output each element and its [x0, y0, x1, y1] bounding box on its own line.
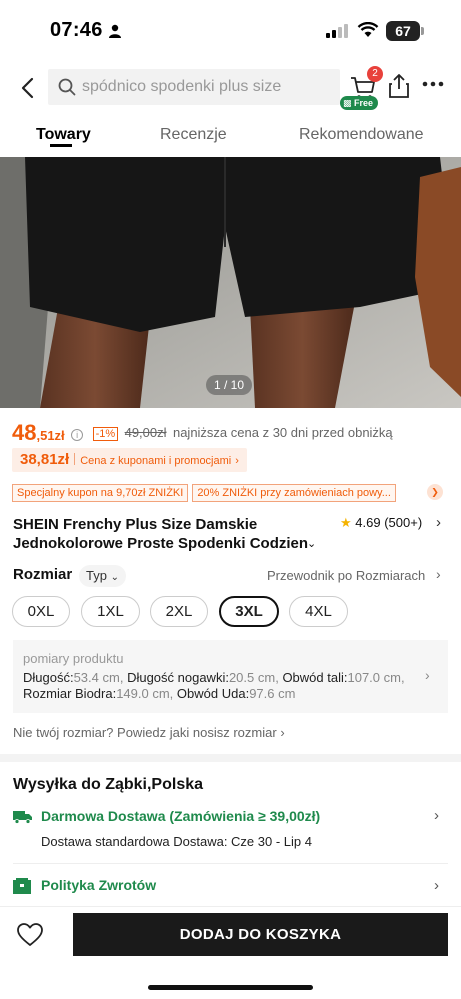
price-info-icon[interactable]: i [71, 429, 84, 441]
chevron-right-icon: › [235, 455, 239, 467]
not-your-size-link[interactable]: Nie twój rozmiar? Powiedz jaki nosisz ro… [13, 725, 285, 740]
rating[interactable]: ★ 4.69 (500+) [340, 515, 422, 531]
standard-shipping-text: Dostawa standardowa Dostawa: Cze 30 - Li… [41, 834, 312, 849]
return-policy-icon [13, 878, 31, 894]
measurements-heading: pomiary produktu [23, 651, 124, 666]
free-shipping-pill: ▩ Free [340, 96, 379, 110]
search-placeholder: spódnico spodenki plus size [82, 78, 282, 95]
search-icon [58, 78, 76, 96]
size-type-dropdown[interactable]: Typ ⌄ [79, 565, 126, 587]
measurements-text: Długość:53.4 cm, Długość nogawki:20.5 cm… [23, 670, 408, 702]
length-label: Długość: [23, 670, 74, 685]
free-pill-label: Free [354, 98, 374, 108]
status-bar: 07:46 67 [0, 0, 461, 60]
more-options-icon[interactable] [422, 80, 444, 88]
tab-towary[interactable]: Towary [36, 126, 91, 144]
rating-chevron-right-icon[interactable]: › [436, 514, 441, 531]
measurements-chevron-icon: › [425, 667, 430, 683]
product-title: SHEIN Frenchy Plus Size Damskie Jednokol… [13, 515, 323, 553]
cellular-signal-icon [326, 24, 348, 38]
shipping-chevron-icon[interactable]: › [434, 807, 439, 824]
review-count: (500+) [384, 515, 423, 530]
active-tab-indicator [50, 144, 72, 147]
battery-icon: 67 [386, 21, 420, 41]
free-shipping-link[interactable]: Darmowa Dostawa (Zamówienia ≥ 39,00zł) [41, 808, 320, 824]
size-option-0xl[interactable]: 0XL [12, 596, 70, 627]
add-to-cart-button[interactable]: DODAJ DO KOSZYKA [73, 913, 448, 956]
price-cents: ,51zł [36, 428, 65, 443]
product-image[interactable] [0, 157, 461, 408]
not-your-size-text: Nie twój rozmiar? Powiedz jaki nosisz ro… [13, 725, 277, 740]
status-time: 07:46 [50, 19, 103, 41]
truck-icon [13, 811, 32, 824]
section-divider [0, 754, 461, 762]
product-title-line1: SHEIN Frenchy Plus Size Damskie [13, 516, 258, 533]
length-value: 53.4 cm, [73, 670, 124, 685]
size-label: Rozmiar [13, 566, 73, 583]
thigh-value: 97.6 cm [249, 686, 296, 701]
size-option-2xl[interactable]: 2XL [150, 596, 208, 627]
coupon-separator [74, 453, 76, 465]
price-main: 48 [12, 420, 37, 445]
promo-more-chevron-icon[interactable]: ❯ [427, 484, 443, 500]
coupon-price-text: Cena z kuponami i promocjami [80, 455, 232, 467]
coupon-price-value: 38,81zł [20, 451, 70, 468]
return-policy-link[interactable]: Polityka Zwrotów [41, 877, 156, 893]
product-tabs: Towary Recenzje Rekomendowane [0, 120, 461, 156]
size-guide-chevron-icon[interactable]: › [436, 566, 441, 582]
product-measurements[interactable]: pomiary produktu Długość:53.4 cm, Długoś… [13, 640, 448, 713]
thigh-label: Obwód Uda: [176, 686, 250, 701]
expand-title-chevron-icon[interactable]: ⌄ [307, 537, 316, 550]
inseam-value: 20.5 cm, [228, 670, 279, 685]
return-policy-chevron-icon[interactable]: › [434, 877, 439, 894]
shipping-title: Wysyłka do Ząbki,Polska [13, 776, 204, 793]
hip-label: Rozmiar Biodra: [23, 686, 117, 701]
price-row: 48,51zł i -1% 49,00zł najniższa cena z 3… [12, 420, 393, 446]
share-icon[interactable] [387, 73, 411, 99]
product-photo [0, 157, 461, 408]
lowest-price-note: najniższa cena z 30 dni przed obniżką [172, 425, 393, 440]
product-title-line2: Jednokolorowe Proste Spodenki Codzien [13, 535, 309, 552]
size-type-label: Typ [86, 568, 107, 583]
person-icon [109, 24, 121, 38]
heart-icon[interactable] [17, 923, 43, 947]
waist-value: 107.0 cm, [347, 670, 405, 685]
waist-label: Obwód tali: [282, 670, 348, 685]
size-guide-link[interactable]: Przewodnik po Rozmiarach [267, 568, 425, 583]
image-counter: 1 / 10 [206, 375, 252, 395]
discount-badge: -1% [92, 427, 119, 441]
size-option-3xl[interactable]: 3XL [219, 596, 279, 627]
hip-value: 149.0 cm, [116, 686, 174, 701]
size-option-4xl[interactable]: 4XL [289, 596, 348, 627]
battery-tip [421, 27, 424, 35]
promo-tag[interactable]: Specjalny kupon na 9,70zł ZNIŻKI [12, 484, 189, 502]
search-bar[interactable]: spódnico spodenki plus size [48, 69, 340, 105]
promo-tag[interactable]: 20% ZNIŻKI przy zamówieniach powy... [192, 484, 396, 502]
promo-tags[interactable]: Specjalny kupon na 9,70zł ZNIŻKI 20% ZNIŻ… [12, 483, 400, 502]
star-icon: ★ [340, 515, 352, 530]
coupon-price-banner[interactable]: 38,81zł Cena z kuponami i promocjami › [12, 448, 247, 472]
rating-value: 4.69 [355, 515, 381, 530]
back-arrow-icon[interactable] [14, 74, 42, 102]
home-indicator [148, 985, 313, 990]
divider [13, 863, 448, 864]
chevron-down-icon: ⌄ [110, 572, 119, 583]
cart-count-badge: 2 [367, 66, 383, 82]
size-option-1xl[interactable]: 1XL [81, 596, 140, 627]
wifi-icon [357, 22, 379, 37]
inseam-label: Długość nogawki: [127, 670, 229, 685]
tab-recenzje[interactable]: Recenzje [160, 126, 227, 144]
tab-rekomendowane[interactable]: Rekomendowane [299, 126, 424, 144]
old-price: 49,00zł [124, 425, 167, 440]
